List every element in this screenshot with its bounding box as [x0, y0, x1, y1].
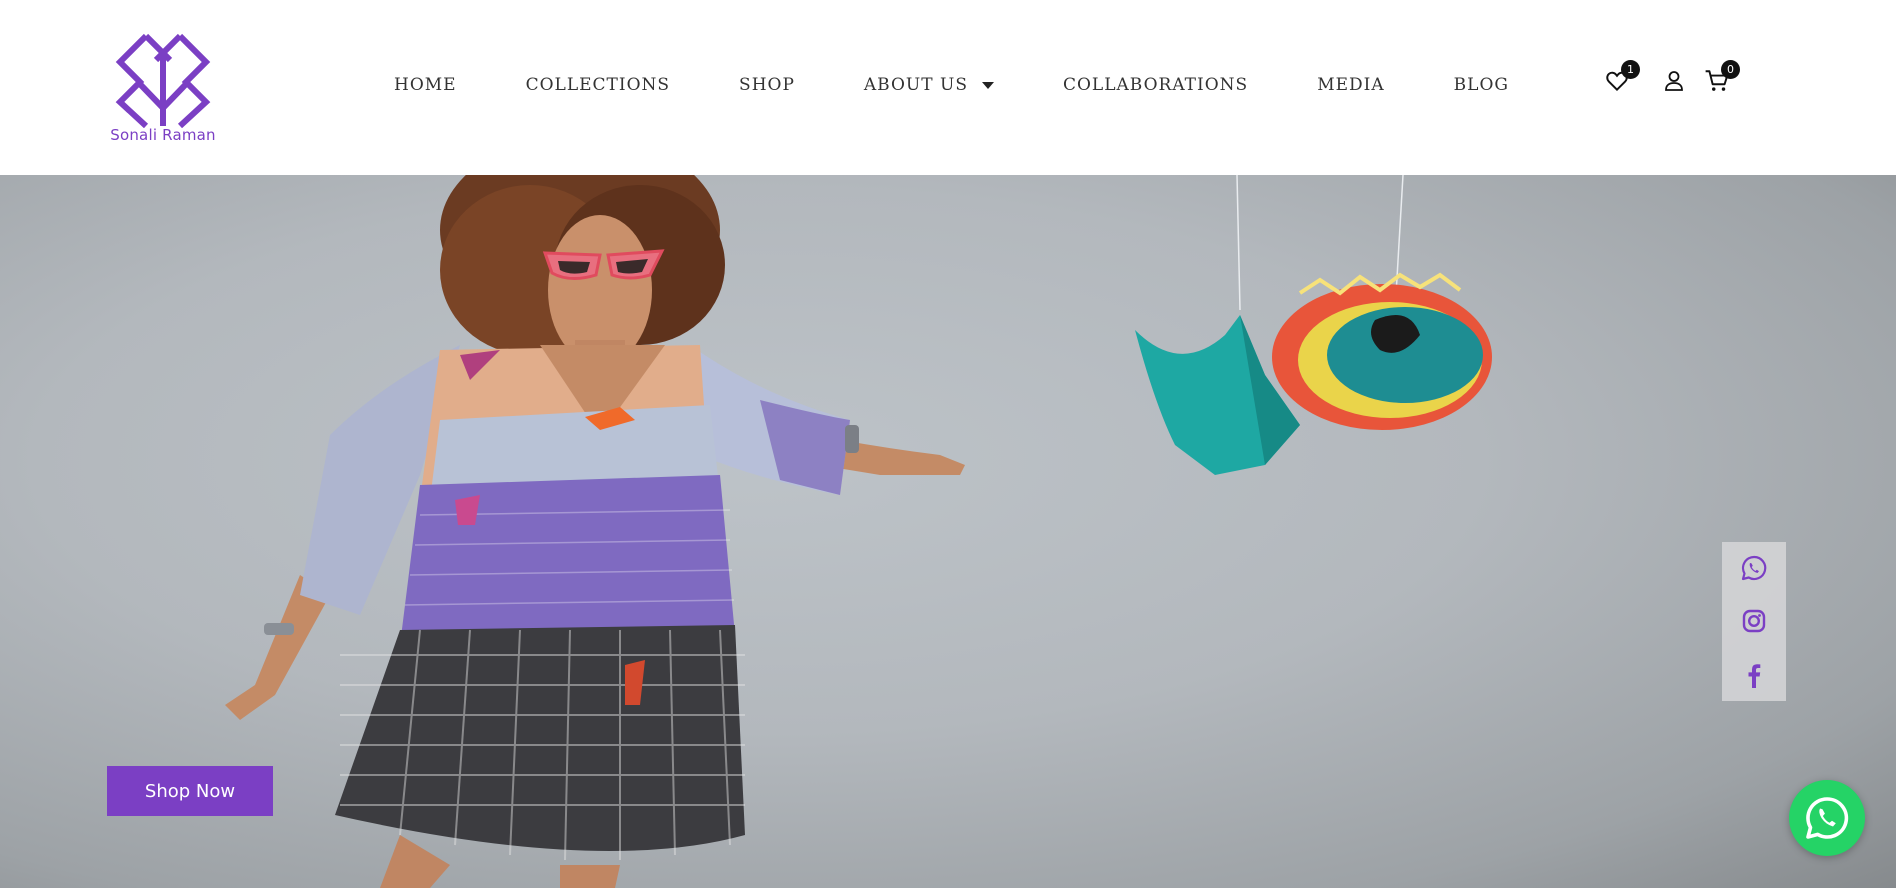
nav-item-blog[interactable]: BLOG [1454, 75, 1509, 95]
nav-label: HOME [394, 75, 457, 95]
hero-banner: Shop Now [0, 175, 1896, 888]
nav-item-media[interactable]: MEDIA [1317, 75, 1384, 95]
facebook-icon [1748, 664, 1761, 688]
whatsapp-icon [1741, 555, 1767, 581]
site-header: Sonali Raman HOME COLLECTIONS SHOP ABOUT… [0, 0, 1896, 175]
whatsapp-link[interactable] [1738, 552, 1770, 584]
nav-label: BLOG [1453, 75, 1509, 95]
model-figure [225, 175, 965, 888]
cart-button[interactable]: 0 [1704, 60, 1740, 96]
user-icon [1665, 71, 1683, 91]
brand-name: Sonali Raman [110, 126, 216, 144]
hero-image [225, 175, 1492, 888]
header-actions: 1 0 [1604, 60, 1754, 102]
nav-label: ABOUT US [863, 75, 968, 95]
nav-item-home[interactable]: HOME [394, 75, 457, 95]
instagram-link[interactable] [1738, 605, 1770, 637]
wishlist-button[interactable]: 1 [1604, 60, 1640, 96]
nav-label: SHOP [739, 75, 795, 95]
whatsapp-chat-button[interactable] [1789, 780, 1865, 856]
logo-mark [115, 33, 211, 129]
account-button[interactable] [1662, 68, 1690, 96]
nav-item-about-us[interactable]: ABOUT US [864, 75, 994, 95]
brand-logo[interactable]: Sonali Raman [108, 28, 218, 148]
nav-item-shop[interactable]: SHOP [739, 75, 795, 95]
nav-item-collaborations[interactable]: COLLABORATIONS [1063, 75, 1248, 95]
facebook-link[interactable] [1738, 659, 1770, 691]
nav-label: MEDIA [1317, 75, 1385, 95]
main-nav: HOME COLLECTIONS SHOP ABOUT US COLLABORA… [394, 72, 1509, 98]
nav-item-collections[interactable]: COLLECTIONS [526, 75, 670, 95]
instagram-icon [1742, 609, 1766, 633]
nav-label: COLLABORATIONS [1062, 75, 1249, 95]
whatsapp-icon [1806, 797, 1849, 839]
social-sidebar [1722, 542, 1786, 701]
wishlist-count-badge: 1 [1621, 60, 1640, 79]
fish-sculpture [1135, 175, 1492, 475]
nav-label: COLLECTIONS [525, 75, 671, 95]
shop-now-button[interactable]: Shop Now [107, 766, 273, 816]
chevron-down-icon[interactable] [981, 81, 994, 89]
cart-count-badge: 0 [1721, 60, 1740, 79]
